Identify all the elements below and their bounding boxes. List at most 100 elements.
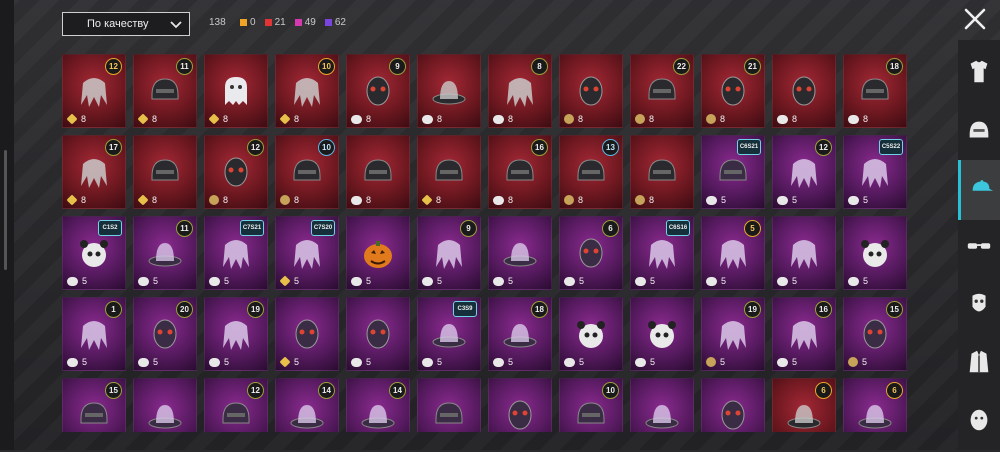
item-tile[interactable]: C3S9 5 (417, 297, 481, 371)
item-price: 5 (279, 356, 299, 368)
item-tile[interactable]: 8 (133, 135, 197, 209)
hair-icon (501, 73, 539, 109)
hat-icon (501, 316, 539, 352)
item-tile[interactable]: 11 8 (133, 54, 197, 128)
item-tile[interactable]: 19 5 (701, 297, 765, 371)
item-tile[interactable] (630, 378, 694, 432)
item-quantity: 5 (579, 357, 585, 367)
item-tile[interactable]: 88 (488, 54, 552, 128)
item-tile[interactable]: 15 5 (843, 297, 907, 371)
hair-icon (643, 235, 681, 271)
item-tile[interactable]: 12 (204, 378, 268, 432)
item-tile[interactable]: 12 5 (772, 135, 836, 209)
item-tile[interactable] (133, 378, 197, 432)
cloud-currency-icon (635, 276, 646, 286)
sort-dropdown[interactable]: По качеству (62, 12, 190, 36)
item-tile[interactable]: 8 (417, 135, 481, 209)
item-price: 5 (635, 276, 655, 286)
item-tile[interactable]: 8 (346, 135, 410, 209)
item-tile[interactable]: 8 (204, 54, 268, 128)
item-tile[interactable]: 20 5 (133, 297, 197, 371)
sidebar-tab[interactable] (958, 102, 1000, 162)
item-tile[interactable]: 18 8 (843, 54, 907, 128)
item-price: 5 (351, 357, 371, 367)
hair-icon (714, 316, 752, 352)
item-tile[interactable]: 8 (559, 54, 623, 128)
sidebar-tab[interactable] (958, 44, 1000, 104)
sidebar-tab[interactable] (958, 392, 1000, 452)
item-tile[interactable]: 14 (346, 378, 410, 432)
item-tile[interactable]: 5 (346, 216, 410, 290)
item-quantity: 5 (508, 357, 514, 367)
cloud-currency-icon (422, 276, 433, 286)
item-tile[interactable]: 55 (701, 216, 765, 290)
item-tile[interactable]: 10 8 (275, 135, 339, 209)
sidebar-tab[interactable] (958, 160, 1000, 220)
item-tile[interactable]: 13 8 (559, 135, 623, 209)
item-tile[interactable]: C1S2 5 (62, 216, 126, 290)
rarity-count: 21 (264, 17, 286, 28)
sidebar-tab[interactable] (958, 334, 1000, 394)
item-level-badge: C7S21 (240, 220, 264, 236)
sidebar-tab[interactable] (958, 276, 1000, 336)
item-tile[interactable]: 5 (275, 297, 339, 371)
item-tile[interactable]: C6S21 5 (701, 135, 765, 209)
rarity-count-value: 49 (304, 17, 316, 28)
ghost-icon (217, 73, 255, 109)
item-tile[interactable]: 8 (417, 54, 481, 128)
item-tile[interactable]: 17 8 (62, 135, 126, 209)
item-quantity: 8 (508, 195, 514, 205)
item-tile[interactable]: 15 (62, 378, 126, 432)
cloud-currency-icon (564, 276, 575, 286)
item-level-badge: 9 (460, 220, 477, 237)
cloud-currency-icon (848, 276, 859, 286)
item-tile[interactable]: 10 8 (275, 54, 339, 128)
hair-icon (288, 235, 326, 271)
coin-currency-icon (564, 195, 574, 205)
item-tile[interactable]: 6 (772, 378, 836, 432)
item-tile[interactable]: 8 (772, 54, 836, 128)
item-tile[interactable]: 95 (417, 216, 481, 290)
item-tile[interactable]: 8 (630, 135, 694, 209)
item-tile[interactable]: 21 8 (701, 54, 765, 128)
close-icon[interactable] (962, 6, 988, 32)
item-tile[interactable]: 18 5 (488, 297, 552, 371)
item-tile[interactable]: C7S20 5 (275, 216, 339, 290)
sidebar-tab[interactable] (958, 218, 1000, 278)
item-level-badge: 10 (602, 382, 619, 399)
item-tile[interactable]: 98 (346, 54, 410, 128)
diamond-currency-icon (279, 275, 291, 287)
item-tile[interactable] (701, 378, 765, 432)
item-tile[interactable]: 6 (843, 378, 907, 432)
item-price: 8 (208, 113, 228, 125)
cloud-currency-icon (706, 276, 717, 286)
item-tile[interactable]: C5S22 5 (843, 135, 907, 209)
item-quantity: 8 (863, 114, 869, 124)
item-tile[interactable]: C7S21 5 (204, 216, 268, 290)
item-tile[interactable]: 65 (559, 216, 623, 290)
item-tile[interactable]: 12 8 (62, 54, 126, 128)
item-tile[interactable]: 10 (559, 378, 623, 432)
item-tile[interactable]: 14 (275, 378, 339, 432)
item-tile[interactable]: 5 (559, 297, 623, 371)
item-tile[interactable] (488, 378, 552, 432)
item-tile[interactable] (417, 378, 481, 432)
item-price: 5 (777, 276, 797, 286)
item-tile[interactable]: 12 8 (204, 135, 268, 209)
item-tile[interactable]: 15 (62, 297, 126, 371)
item-tile[interactable]: C6S16 5 (630, 216, 694, 290)
item-tile[interactable]: 22 8 (630, 54, 694, 128)
cloud-currency-icon (493, 195, 504, 205)
item-tile[interactable]: 5 (346, 297, 410, 371)
item-tile[interactable]: 5 (843, 216, 907, 290)
cloud-currency-icon (67, 276, 78, 286)
item-tile[interactable]: 5 (630, 297, 694, 371)
item-tile[interactable]: 16 8 (488, 135, 552, 209)
item-quantity: 5 (862, 357, 868, 367)
item-tile[interactable]: 16 5 (772, 297, 836, 371)
item-tile[interactable]: 5 (488, 216, 552, 290)
item-tile[interactable]: 11 5 (133, 216, 197, 290)
item-tile[interactable]: 5 (772, 216, 836, 290)
item-tile[interactable]: 19 5 (204, 297, 268, 371)
rarity-count-value: 0 (250, 17, 256, 28)
